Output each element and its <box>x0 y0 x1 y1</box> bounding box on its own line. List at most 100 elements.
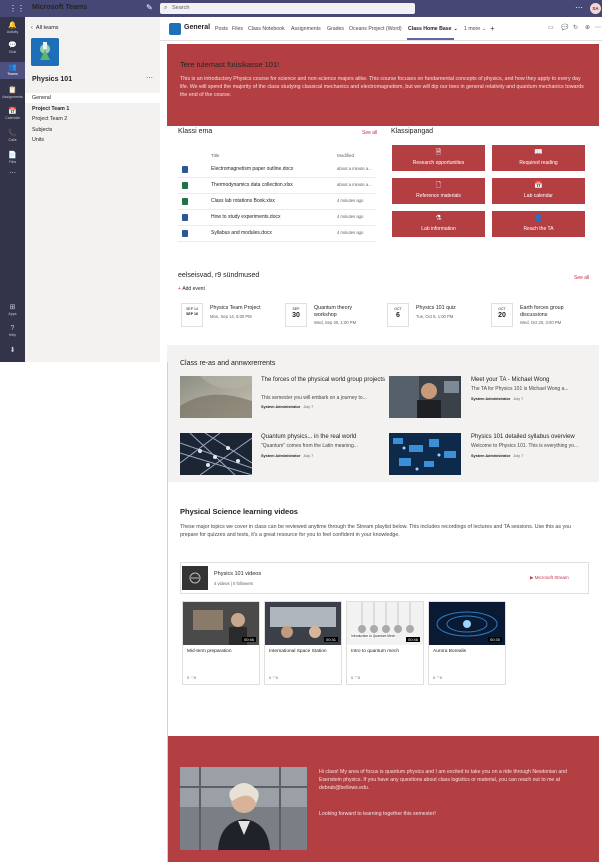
globe-icon[interactable]: ⊕ <box>585 24 590 31</box>
document-row[interactable]: Electromagnetism paper outline.docx about… <box>178 162 376 178</box>
rail-files[interactable]: 📄 Files <box>0 150 25 166</box>
settings-more-icon[interactable]: ⋯ <box>575 3 583 13</box>
document-row[interactable]: Class lab rotations Book.xlsx 4 minutes a… <box>178 194 376 210</box>
back-to-teams-link[interactable]: ‹ All teams <box>31 25 59 31</box>
tab-3[interactable]: Assignments <box>291 26 321 32</box>
quick-link-label: Reach the TA <box>523 226 554 232</box>
document-name[interactable]: Class lab rotations Book.xlsx <box>211 198 275 204</box>
team-pane <box>25 17 160 362</box>
video-stats: 0 ♡0 <box>187 675 197 680</box>
chevron-down-icon: ⌄ <box>453 26 458 32</box>
event-title[interactable]: Physics 101 quiz <box>416 305 478 312</box>
channel-item[interactable]: Project Team 1 <box>25 104 160 114</box>
video-duration: 00:46 <box>405 637 420 642</box>
video-name[interactable]: Mid-term preparation <box>187 649 232 654</box>
rail-chat[interactable]: 💬 Chat <box>0 40 25 56</box>
video-card[interactable]: 00:30 Aurora Borealis 0 ♡0 <box>428 601 506 685</box>
news-date: July 7 <box>513 397 524 401</box>
event-item[interactable]: SEP 30 Quantum theory workshop Wed, Sep 30,… <box>285 303 385 329</box>
document-name[interactable]: Electromagnetism paper outline.docx <box>211 166 293 172</box>
video-name[interactable]: Aurora Borealis <box>433 649 466 654</box>
channel-more-icon[interactable]: ⋯ <box>595 24 601 31</box>
event-date-box: SEP 30 <box>285 303 307 327</box>
add-tab-icon[interactable]: + <box>490 24 495 33</box>
document-row[interactable]: Thermodynamics data collection.xlsx about… <box>178 178 376 194</box>
tab-5[interactable]: Oceans Project (Word) <box>349 26 402 32</box>
quick-link-button[interactable]: 🗎 Research opportunities <box>392 145 485 171</box>
rail-label: Chat <box>8 50 17 54</box>
channel-item[interactable]: General <box>25 93 160 103</box>
video-card[interactable]: 00:31 International Space Station 0 ♡0 <box>264 601 342 685</box>
avatar[interactable]: SA <box>590 3 601 14</box>
document-row[interactable]: How to study experiments.docx 4 minutes a… <box>178 210 376 226</box>
compose-icon[interactable]: ✎ <box>146 3 156 13</box>
rail-download[interactable]: ⬇ <box>0 345 25 361</box>
event-title[interactable]: Quantum theory workshop <box>314 305 376 319</box>
microsoft-stream-link[interactable]: ▶ Microsoft Stream <box>530 575 569 581</box>
events-see-all-link[interactable]: See all <box>574 275 589 281</box>
add-event-button[interactable]: + Add event <box>178 286 205 292</box>
app-launcher-icon[interactable]: ⋮⋮ <box>9 4 25 13</box>
tab-7[interactable]: 1 more ⌄ <box>464 26 487 32</box>
quick-link-button[interactable]: ⚗ Lab information <box>392 211 485 237</box>
event-title[interactable]: Physics Team Project <box>210 305 272 312</box>
event-item[interactable]: SEP 14 SEP 16 Physics Team Project Mon, Sep… <box>181 303 281 329</box>
event-item[interactable]: OCT 20 Earth forces group discussions Wed, … <box>491 303 591 329</box>
channel-item[interactable]: Project Team 2 <box>25 114 160 124</box>
tab-0[interactable]: Posts <box>215 26 228 32</box>
news-image-forces[interactable] <box>180 376 252 418</box>
stream-channel-name[interactable]: Physics 101 videos <box>214 571 261 577</box>
quick-link-button[interactable]: 👤 Reach the TA <box>492 211 585 237</box>
quick-link-button[interactable]: 📖 Required reading <box>492 145 585 171</box>
rail-teams[interactable]: 👥 Teams <box>0 62 25 79</box>
quick-link-button[interactable]: 🗋 Reference materials <box>392 178 485 204</box>
channel-item[interactable]: Units <box>25 135 160 145</box>
conversation-icon[interactable]: 💬 <box>561 24 568 31</box>
document-row[interactable]: Syllabus and modules.docx 4 minutes ago <box>178 226 376 242</box>
news-image-syllabus[interactable] <box>389 433 461 475</box>
news-item-title[interactable]: Quantum physics... in the real world <box>261 433 386 441</box>
rail-activity[interactable]: 🔔 Activity <box>0 20 25 36</box>
news-image-quantum[interactable] <box>180 433 252 475</box>
stream-channel-card[interactable] <box>180 562 589 594</box>
rail-help[interactable]: ? Help <box>0 323 25 339</box>
video-card[interactable]: 00:46 Mid-term preparation 0 ♡0 <box>182 601 260 685</box>
team-more-icon[interactable]: ⋯ <box>146 74 153 82</box>
tab-2[interactable]: Class Notebook <box>248 26 285 32</box>
hero-title: Tere tulemast füüsikasse 101! <box>180 60 280 69</box>
video-name[interactable]: Intro to quantum mech <box>351 649 399 654</box>
rail-apps[interactable]: ⊞ Apps <box>0 302 25 318</box>
tab-6[interactable]: Class Home Base ⌄ <box>408 26 458 32</box>
instructor-text: Hi class! My area of focus is quantum ph… <box>319 769 567 791</box>
event-item[interactable]: OCT 6 Physics 101 quiz Tue, Oct 6, 1:00 PM <box>387 303 487 329</box>
stream-channel-logo <box>182 566 208 590</box>
document-name[interactable]: Syllabus and modules.docx <box>211 230 272 236</box>
channel-item[interactable]: Subjects <box>25 125 160 135</box>
refresh-icon[interactable]: ↻ <box>573 24 578 31</box>
search-placeholder: Search <box>172 5 190 11</box>
document-name[interactable]: How to study experiments.docx <box>211 214 280 220</box>
rail-more[interactable]: ⋯ <box>0 168 25 184</box>
news-item-title[interactable]: The forces of the physical world group p… <box>261 376 386 384</box>
file-type-icon <box>182 198 188 205</box>
instructor-photo <box>180 767 307 850</box>
news-item-title[interactable]: Meet your TA - Michael Wong <box>471 376 596 384</box>
calendar-icon: 📅 <box>534 182 543 189</box>
videos-title: Physical Science learning videos <box>180 507 298 516</box>
tab-4[interactable]: Grades <box>327 26 344 32</box>
document-name[interactable]: Thermodynamics data collection.xlsx <box>211 182 293 188</box>
search-input[interactable]: ⌕ Search <box>160 3 415 14</box>
rail-calendar[interactable]: 📅 Calendar <box>0 106 25 122</box>
news-image-ta[interactable] <box>389 376 461 418</box>
quick-link-button[interactable]: 📅 Lab calendar <box>492 178 585 204</box>
event-title[interactable]: Earth forces group discussions <box>520 305 582 319</box>
documents-see-all-link[interactable]: See all <box>362 130 377 136</box>
tab-1[interactable]: Files <box>232 26 243 32</box>
content-left-border <box>167 362 168 862</box>
rail-calls[interactable]: 📞 Calls <box>0 128 25 144</box>
video-name[interactable]: International Space Station <box>269 649 327 654</box>
meet-icon[interactable]: ▭ <box>548 24 554 31</box>
news-item-title[interactable]: Physics 101 detailed syllabus overview <box>471 433 596 441</box>
video-card[interactable]: Introduction to Quantum Mech 00:46 Intro t… <box>346 601 424 685</box>
rail-assignments[interactable]: 📋 Assignments <box>0 85 25 101</box>
